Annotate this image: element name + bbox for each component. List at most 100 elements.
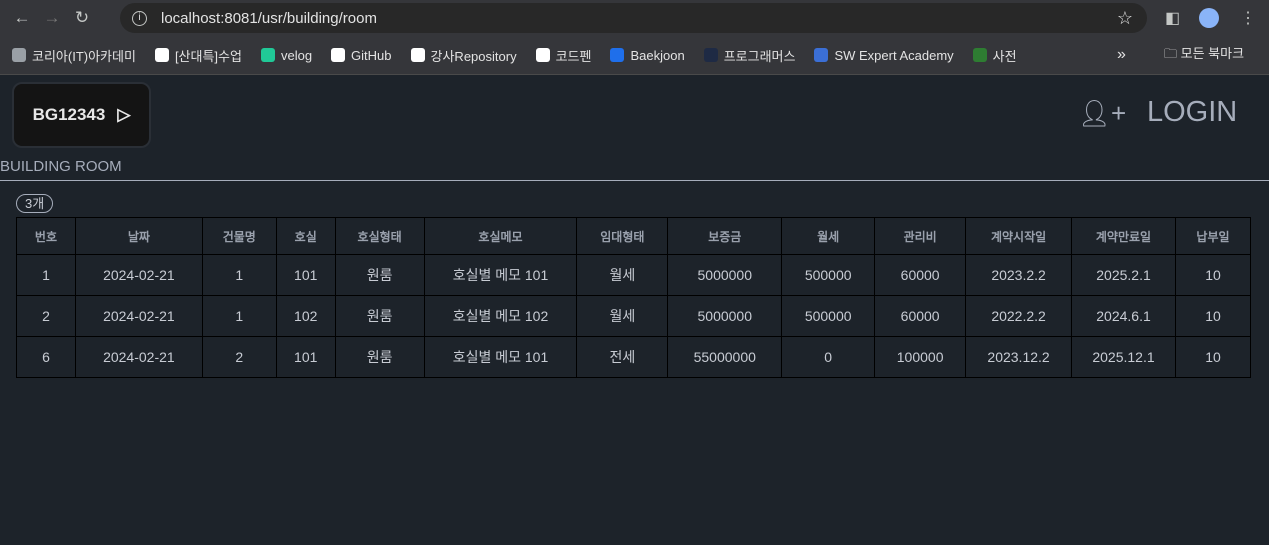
bookmark-icon — [154, 48, 169, 62]
table-cell: 원룸 — [334, 295, 425, 337]
divider — [0, 180, 1269, 181]
table-cell: 1 — [201, 295, 277, 337]
column-header: 호실 — [275, 217, 336, 255]
back-icon[interactable]: ← — [7, 8, 37, 28]
table-cell: 5000000 — [667, 295, 783, 337]
forward-icon[interactable]: → — [37, 8, 67, 28]
table-cell: 호실별 메모 102 — [423, 295, 578, 337]
bookmark-item[interactable]: 코리아(IT)아카데미 — [12, 46, 136, 65]
more-bookmarks-button[interactable]: » — [1117, 46, 1126, 64]
bookmark-icon — [703, 48, 718, 62]
column-header: 납부일 — [1174, 217, 1252, 255]
bookmark-icon — [535, 48, 550, 62]
bookmark-icon — [410, 48, 425, 62]
bookmark-icon — [972, 48, 987, 62]
table-cell: 2022.2.2 — [965, 295, 1073, 337]
table-cell: 원룸 — [334, 336, 425, 378]
table-row: 6 2024-02-21 2 101 원룸 호실별 메모 101 전세 55000000 0 10… — [16, 336, 1252, 378]
all-bookmarks-button[interactable]: 🗀︎ 모든 북마크 — [1164, 43, 1244, 67]
table-cell: 2 — [201, 336, 277, 378]
logo-text: BG12343 — [32, 105, 106, 124]
table-cell: 10 — [1174, 295, 1252, 337]
table-row: 1 2024-02-21 1 101 원룸 호실별 메모 101 월세 5000000 5000… — [16, 254, 1252, 296]
table-cell: 2024-02-21 — [74, 336, 203, 378]
column-header: 건물명 — [201, 217, 277, 255]
table-cell: 100000 — [874, 336, 967, 378]
bookmarks-bar: 코리아(IT)아카데미 [산대특]수업 velog GitHub 강사Repositor… — [0, 36, 1269, 75]
table-cell: 5000000 — [667, 254, 783, 296]
column-header: 보증금 — [667, 217, 783, 255]
bookmark-label: 코리아(IT)아카데미 — [32, 48, 136, 64]
bookmark-icon — [610, 48, 625, 62]
bookmark-item[interactable]: [산대특]수업 — [154, 46, 242, 65]
column-header: 호실형태 — [334, 217, 425, 255]
table-cell: 2023.2.2 — [965, 254, 1073, 296]
table-cell: 2025.2.1 — [1071, 254, 1176, 296]
count-badge: 3개 — [16, 194, 54, 213]
star-icon[interactable]: ☆ — [1117, 8, 1133, 29]
column-header: 관리비 — [874, 217, 967, 255]
folder-icon: 🗀︎ — [1164, 46, 1181, 61]
add-user-icon[interactable]: 👤︎+ — [1078, 98, 1126, 129]
column-header: 월세 — [781, 217, 876, 255]
table-cell: 101 — [275, 254, 336, 296]
bookmark-item[interactable]: 사전 — [972, 46, 1017, 65]
table-cell: 2024.6.1 — [1071, 295, 1176, 337]
bookmark-item[interactable]: GitHub — [331, 47, 392, 63]
table-cell: 1 — [16, 254, 76, 296]
info-icon[interactable]: i — [132, 10, 147, 26]
bookmark-icon — [260, 48, 275, 62]
table-cell: 500000 — [781, 254, 876, 296]
bookmark-icon — [814, 48, 829, 62]
reload-icon[interactable]: ↻ — [67, 8, 97, 28]
menu-icon[interactable]: ⋮ — [1240, 8, 1256, 28]
table-cell: 2024-02-21 — [74, 254, 203, 296]
table-cell: 2025.12.1 — [1071, 336, 1176, 378]
table-cell: 월세 — [576, 295, 669, 337]
bookmark-item[interactable]: SW Expert Academy — [814, 47, 954, 63]
room-table: 번호 날짜 건물명 호실 호실형태 호실메모 임대형태 보증금 월세 관리비 계약시작일 계약만료일 납… — [16, 217, 1252, 378]
table-cell: 10 — [1174, 336, 1252, 378]
profile-avatar[interactable] — [1199, 8, 1219, 28]
column-header: 호실메모 — [423, 217, 578, 255]
bookmark-item[interactable]: 프로그래머스 — [703, 46, 796, 65]
bookmark-item[interactable]: 강사Repository — [410, 46, 517, 65]
table-cell: 55000000 — [667, 336, 783, 378]
address-bar[interactable]: i localhost:8081/usr/building/room ☆ — [120, 3, 1147, 33]
column-header: 날짜 — [74, 217, 203, 255]
column-header: 임대형태 — [576, 217, 669, 255]
login-link[interactable]: LOGIN — [1147, 96, 1237, 129]
table-cell: 전세 — [576, 336, 669, 378]
table-cell: 호실별 메모 101 — [423, 336, 578, 378]
table-cell: 60000 — [874, 254, 967, 296]
bookmark-label: Baekjoon — [630, 47, 685, 63]
url-text: localhost:8081/usr/building/room — [161, 9, 377, 27]
sidebar-icon[interactable]: ◧ — [1165, 8, 1180, 28]
bookmark-label: velog — [280, 47, 313, 63]
table-cell: 2024-02-21 — [74, 295, 203, 337]
table-cell: 6 — [16, 336, 76, 378]
bookmark-icon — [331, 48, 346, 62]
play-icon: ▷ — [117, 105, 131, 124]
bookmark-item[interactable]: 코드펜 — [535, 46, 591, 65]
logo-button[interactable]: BG12343 ▷ — [12, 82, 151, 148]
table-cell: 2023.12.2 — [965, 336, 1073, 378]
table-cell: 2 — [16, 295, 76, 337]
bookmark-item[interactable]: velog — [260, 47, 313, 63]
column-header: 계약시작일 — [965, 217, 1073, 255]
bookmark-label: GitHub — [351, 47, 392, 63]
table-cell: 0 — [781, 336, 876, 378]
bookmark-label: 프로그래머스 — [723, 48, 796, 64]
table-cell: 1 — [201, 254, 277, 296]
page-title: BUILDING ROOM — [0, 158, 122, 175]
bookmark-label: [산대특]수업 — [174, 48, 242, 64]
column-header: 계약만료일 — [1071, 217, 1176, 255]
column-header: 번호 — [16, 217, 76, 255]
table-row: 2 2024-02-21 1 102 원룸 호실별 메모 102 월세 5000000 5000… — [16, 295, 1252, 337]
bookmark-item[interactable]: Baekjoon — [610, 47, 685, 63]
all-bookmarks-label: 모든 북마크 — [1180, 46, 1245, 61]
bookmark-label: SW Expert Academy — [834, 47, 954, 63]
table-cell: 101 — [275, 336, 336, 378]
table-cell: 호실별 메모 101 — [423, 254, 578, 296]
bookmark-label: 강사Repository — [430, 48, 517, 64]
